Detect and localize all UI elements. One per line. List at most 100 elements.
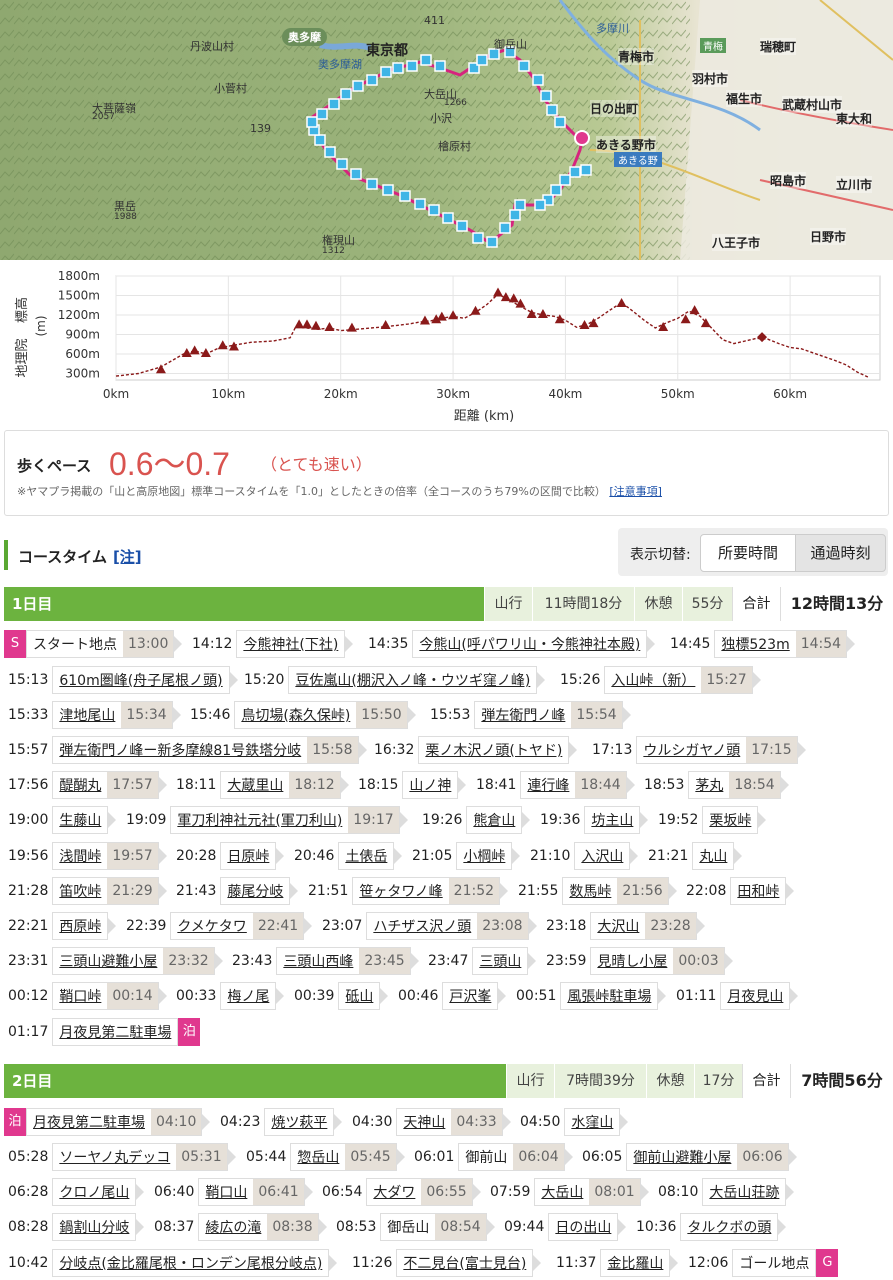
waypoint-name[interactable]: 弾左衛門ノ峰	[475, 705, 571, 725]
waypoint-name[interactable]: 生藤山	[53, 810, 107, 830]
waypoint-box[interactable]: スタート地点 13:00	[26, 630, 175, 658]
waypoint-name[interactable]: 大ダワ	[367, 1182, 421, 1202]
waypoint-box[interactable]: 御前山避難小屋 06:06	[626, 1143, 789, 1171]
waypoint-box[interactable]: 三頭山	[472, 947, 529, 975]
waypoint-box[interactable]: 入山峠（新） 15:27	[604, 666, 753, 694]
route-waypoint-icon[interactable]	[336, 158, 348, 170]
waypoint-name[interactable]: 月夜見第二駐車場	[53, 1022, 177, 1042]
waypoint-name[interactable]: 分岐点(金比羅尾根・ロンデン尾根分岐点)	[53, 1253, 328, 1273]
waypoint-name[interactable]: 今熊神社(下社)	[237, 634, 344, 654]
waypoint-box[interactable]: 浅間峠 19:57	[52, 842, 159, 870]
waypoint-name[interactable]: 栗坂峠	[703, 810, 757, 830]
waypoint-name[interactable]: 綾広の滝	[199, 1217, 267, 1237]
waypoint-box[interactable]: 月夜見第二駐車場	[52, 1018, 179, 1046]
route-waypoint-icon[interactable]	[442, 212, 454, 224]
course-note-link[interactable]: [注]	[113, 548, 142, 566]
route-waypoint-icon[interactable]	[456, 220, 468, 232]
route-waypoint-icon[interactable]	[340, 88, 352, 100]
waypoint-name[interactable]: 惣岳山	[291, 1147, 345, 1167]
route-waypoint-icon[interactable]	[420, 54, 432, 66]
route-waypoint-icon[interactable]	[476, 54, 488, 66]
waypoint-box[interactable]: ゴール地点	[732, 1249, 817, 1277]
route-waypoint-icon[interactable]	[366, 74, 378, 86]
route-waypoint-icon[interactable]	[546, 104, 558, 116]
route-waypoint-icon[interactable]	[499, 222, 511, 234]
waypoint-name[interactable]: 独標523m	[715, 634, 795, 654]
waypoint-name[interactable]: 小棡峠	[457, 846, 511, 866]
waypoint-name[interactable]: 日原峠	[221, 846, 275, 866]
route-waypoint-icon[interactable]	[350, 168, 362, 180]
route-waypoint-icon[interactable]	[428, 204, 440, 216]
route-waypoint-icon[interactable]	[540, 90, 552, 102]
waypoint-box[interactable]: 軍刀利神社元社(軍刀利山) 19:17	[170, 806, 400, 834]
route-map[interactable]: 奥多摩 東京都 丹波山村 小菅村 奥多摩湖 大菩薩嶺 2057 黒岳 1988 …	[0, 0, 893, 260]
waypoint-box[interactable]: 笹ヶタワノ峰 21:52	[352, 877, 501, 905]
waypoint-name[interactable]: 見晴し小屋	[591, 951, 673, 971]
required-time-button[interactable]: 所要時間	[700, 534, 796, 572]
waypoint-name[interactable]: 御前山	[459, 1147, 513, 1167]
route-waypoint-icon[interactable]	[554, 116, 566, 128]
waypoint-name[interactable]: 軍刀利神社元社(軍刀利山)	[171, 810, 348, 830]
waypoint-name[interactable]: 栗ノ木沢ノ頭(トヤド)	[419, 740, 568, 760]
waypoint-name[interactable]: 津地尾山	[53, 705, 121, 725]
waypoint-name[interactable]: 鞘口峠	[53, 986, 107, 1006]
pace-caution-link[interactable]: [注意事項]	[609, 485, 662, 498]
route-waypoint-icon[interactable]	[306, 116, 318, 128]
waypoint-box[interactable]: 月夜見山	[720, 982, 791, 1010]
waypoint-name[interactable]: 金比羅山	[601, 1253, 669, 1273]
waypoint-name[interactable]: 大岳山	[535, 1182, 589, 1202]
waypoint-name[interactable]: クメケタワ	[171, 916, 252, 936]
waypoint-box[interactable]: 丸山	[692, 842, 735, 870]
waypoint-box[interactable]: 数馬峠 21:56	[562, 877, 669, 905]
waypoint-name[interactable]: 風張峠駐車場	[561, 986, 657, 1006]
waypoint-box[interactable]: 笛吹峠 21:29	[52, 877, 159, 905]
waypoint-name[interactable]: 月夜見第二駐車場	[27, 1112, 151, 1132]
route-waypoint-icon[interactable]	[514, 199, 526, 211]
waypoint-box[interactable]: 大ダワ 06:55	[366, 1178, 473, 1206]
waypoint-name[interactable]: 藤尾分岐	[221, 881, 289, 901]
waypoint-box[interactable]: 小棡峠	[456, 842, 513, 870]
waypoint-name[interactable]: 御前山避難小屋	[627, 1147, 737, 1167]
waypoint-box[interactable]: 610m圏峰(舟子尾根ノ頭)	[52, 666, 230, 694]
route-waypoint-icon[interactable]	[399, 190, 411, 202]
waypoint-name[interactable]: 坊主山	[585, 810, 639, 830]
waypoint-box[interactable]: 鳥切場(森久保峠) 15:50	[234, 701, 408, 729]
waypoint-box[interactable]: ウルシガヤノ頭 17:15	[636, 736, 798, 764]
route-waypoint-icon[interactable]	[569, 166, 581, 178]
waypoint-box[interactable]: 日原峠	[220, 842, 277, 870]
waypoint-box[interactable]: 三頭山西峰 23:45	[276, 947, 411, 975]
pass-time-button[interactable]: 通過時刻	[795, 534, 886, 572]
waypoint-box[interactable]: 津地尾山 15:34	[52, 701, 173, 729]
waypoint-name[interactable]: 入沢山	[575, 846, 629, 866]
waypoint-box[interactable]: 鞘口峠 00:14	[52, 982, 159, 1010]
waypoint-box[interactable]: 三頭山避難小屋 23:32	[52, 947, 215, 975]
waypoint-box[interactable]: 大岳山 08:01	[534, 1178, 641, 1206]
waypoint-box[interactable]: 豆佐嵐山(棚沢入ノ峰・ウツギ窪ノ峰)	[288, 666, 538, 694]
waypoint-box[interactable]: 入沢山	[574, 842, 631, 870]
route-waypoint-icon[interactable]	[472, 232, 484, 244]
waypoint-name[interactable]: 鞘口山	[199, 1182, 253, 1202]
route-waypoint-icon[interactable]	[559, 174, 571, 186]
waypoint-box[interactable]: 大蔵里山 18:12	[220, 771, 341, 799]
waypoint-name[interactable]: 大沢山	[591, 916, 645, 936]
waypoint-box[interactable]: 今熊山(呼パワリ山・今熊神社本殿)	[412, 630, 648, 658]
waypoint-name[interactable]: 土俵岳	[339, 846, 393, 866]
waypoint-box[interactable]: 水窪山	[564, 1108, 621, 1136]
route-waypoint-icon[interactable]	[414, 198, 426, 210]
route-waypoint-icon[interactable]	[434, 60, 446, 72]
waypoint-box[interactable]: 風張峠駐車場	[560, 982, 659, 1010]
waypoint-box[interactable]: 鍋割山分岐	[52, 1213, 137, 1241]
waypoint-name[interactable]: 豆佐嵐山(棚沢入ノ峰・ウツギ窪ノ峰)	[289, 670, 536, 690]
waypoint-box[interactable]: 独標523m 14:54	[714, 630, 848, 658]
route-waypoint-icon[interactable]	[509, 209, 521, 221]
waypoint-name[interactable]: 西原峠	[53, 916, 107, 936]
waypoint-name[interactable]: クロノ尾山	[53, 1182, 135, 1202]
waypoint-name[interactable]: 熊倉山	[467, 810, 521, 830]
waypoint-name[interactable]: 梅ノ尾	[221, 986, 275, 1006]
route-waypoint-icon[interactable]	[486, 236, 498, 248]
waypoint-box[interactable]: 生藤山	[52, 806, 109, 834]
route-waypoint-icon[interactable]	[550, 184, 562, 196]
route-waypoint-icon[interactable]	[518, 60, 530, 72]
waypoint-name[interactable]: 月夜見山	[721, 986, 789, 1006]
waypoint-box[interactable]: 今熊神社(下社)	[236, 630, 346, 658]
